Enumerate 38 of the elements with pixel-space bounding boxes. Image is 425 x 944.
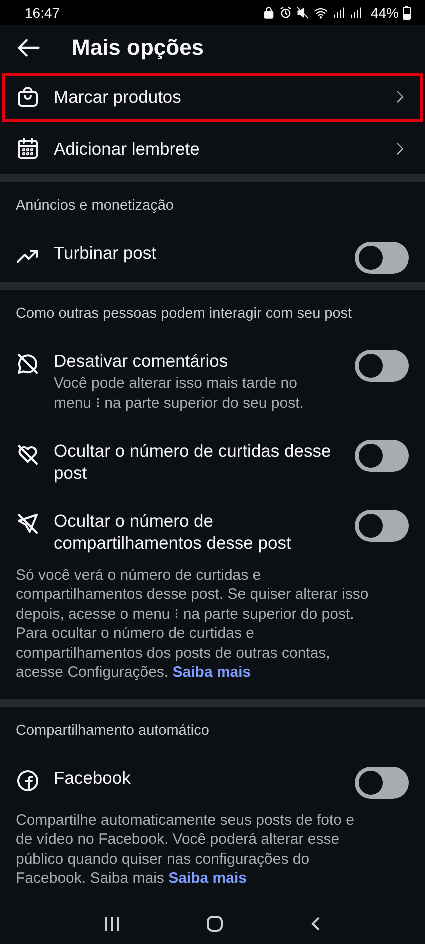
toggle-switch[interactable] bbox=[355, 242, 409, 274]
learn-more-link[interactable]: Saiba mais bbox=[168, 870, 247, 888]
crossed-speech-bubble-icon bbox=[16, 352, 40, 376]
wifi-icon bbox=[312, 6, 329, 20]
toggle-switch[interactable] bbox=[355, 440, 409, 472]
home-icon[interactable] bbox=[206, 915, 224, 934]
section-heading: Anúncios e monetização bbox=[15, 196, 175, 216]
menu-item[interactable]: Marcar produtos bbox=[0, 70, 425, 124]
recent-apps-icon[interactable] bbox=[102, 916, 121, 932]
setting-label: Desativar comentários bbox=[54, 350, 230, 372]
muted-speaker-icon bbox=[296, 6, 310, 20]
section-heading: Compartilhamento automático bbox=[15, 722, 210, 741]
toggle-switch[interactable] bbox=[355, 766, 409, 799]
status-time: 16:47 bbox=[25, 4, 62, 21]
info-text: Só você verá o número de curtidas e compartilhamentos desse post. Se quiser alterar isso depois, acesse o menu ⁝ na parte superior do post. Para ocultar o número de curtidas e compartilhamentos dos posts de outras contas, acesse Configurações. Saiba mais bbox=[16, 566, 370, 683]
alarm-icon bbox=[278, 6, 293, 20]
battery-percent: 44% bbox=[370, 4, 399, 21]
toggle-switch[interactable] bbox=[355, 350, 409, 382]
setting-label: Ocultar o número de compartilhamentos desse post bbox=[54, 510, 292, 554]
lock-icon bbox=[262, 6, 276, 20]
signal-icon bbox=[348, 6, 363, 20]
menu-item[interactable]: Adicionar lembrete bbox=[0, 124, 425, 174]
learn-more-link[interactable]: Saiba mais bbox=[172, 664, 252, 682]
back-icon[interactable] bbox=[310, 915, 322, 934]
setting-label: Facebook bbox=[54, 766, 132, 789]
shopping-bag-icon bbox=[16, 85, 40, 110]
toggle-switch[interactable] bbox=[355, 510, 409, 542]
battery-icon bbox=[403, 6, 411, 20]
facebook-icon bbox=[16, 768, 40, 793]
setting-label: Turbinar post bbox=[54, 242, 158, 264]
setting-description: Você pode alterar isso mais tarde no menu ⁝ na parte superior do seu post. bbox=[54, 374, 305, 414]
setting-label: Ocultar o número de curtidas desse post bbox=[54, 440, 332, 484]
signal-icon bbox=[332, 6, 346, 20]
crossed-send-icon bbox=[16, 512, 40, 536]
section-heading: Como outras pessoas podem interagir com seu post bbox=[15, 304, 354, 324]
calendar-icon bbox=[16, 136, 40, 161]
info-text: Compartilhe automaticamente seus posts de foto e de vídeo no Facebook. Você poderá alterar esse público quando quiser nas configurações do Facebook. Saiba mais Saiba mais bbox=[16, 810, 356, 889]
page-title: Mais opções bbox=[72, 34, 204, 61]
